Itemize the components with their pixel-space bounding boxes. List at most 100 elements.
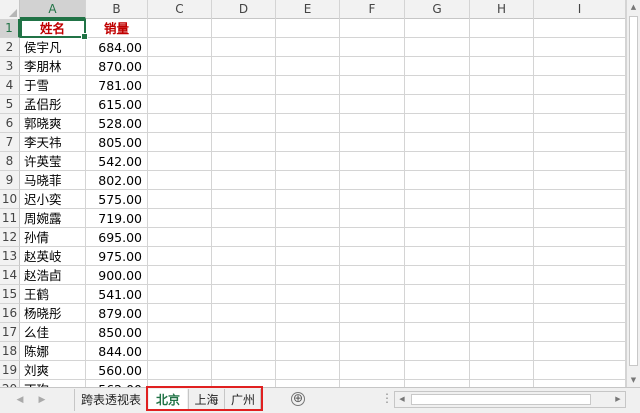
column-header-c[interactable]: C	[148, 0, 212, 19]
sales-cell[interactable]: 575.00	[86, 190, 148, 209]
row-header-17[interactable]: 17	[0, 323, 20, 342]
name-cell[interactable]: 杨晓彤	[20, 304, 86, 323]
name-cell[interactable]: 侯宇凡	[20, 38, 86, 57]
column-header-d[interactable]: D	[212, 0, 276, 19]
sales-cell[interactable]: 879.00	[86, 304, 148, 323]
vertical-scroll-thumb[interactable]	[629, 16, 638, 366]
sales-cell[interactable]: 805.00	[86, 133, 148, 152]
name-cell[interactable]: 赵英岐	[20, 247, 86, 266]
row-header-6[interactable]: 6	[0, 114, 20, 133]
gridline	[148, 94, 626, 95]
name-cell[interactable]: 郭晓爽	[20, 114, 86, 133]
sales-cell[interactable]: 528.00	[86, 114, 148, 133]
name-cell[interactable]: 陈娜	[20, 342, 86, 361]
scroll-down-icon[interactable]: ▼	[627, 373, 640, 387]
name-cell[interactable]: 许英莹	[20, 152, 86, 171]
gridline	[148, 322, 626, 323]
spreadsheet-grid[interactable]: ABCDEFGHI 123456789101112131415161718192…	[0, 0, 640, 387]
row-header-3[interactable]: 3	[0, 57, 20, 76]
column-header-h[interactable]: H	[470, 0, 534, 19]
gridline	[148, 56, 626, 57]
sales-cell[interactable]: 560.00	[86, 361, 148, 380]
tab-pivot[interactable]: 跨表透视表	[74, 389, 148, 411]
sales-cell[interactable]: 975.00	[86, 247, 148, 266]
sales-cell[interactable]: 562.00	[86, 380, 148, 387]
row-header-5[interactable]: 5	[0, 95, 20, 114]
row-header-13[interactable]: 13	[0, 247, 20, 266]
horizontal-scrollbar[interactable]: ◀ ▶	[394, 391, 626, 408]
active-cell-selection	[20, 19, 88, 40]
name-cell[interactable]: 周婉露	[20, 209, 86, 228]
gridline	[148, 170, 626, 171]
gridline	[148, 265, 626, 266]
gridline	[148, 208, 626, 209]
name-cell[interactable]: 王鹤	[20, 285, 86, 304]
more-icon[interactable]: ⋮	[381, 392, 393, 404]
gridline	[148, 113, 626, 114]
row-header-15[interactable]: 15	[0, 285, 20, 304]
name-cell[interactable]: 李天祎	[20, 133, 86, 152]
gridline	[148, 284, 626, 285]
sales-cell[interactable]: 542.00	[86, 152, 148, 171]
vertical-scrollbar[interactable]: ▲ ▼	[626, 0, 640, 387]
sales-cell[interactable]: 684.00	[86, 38, 148, 57]
name-cell[interactable]: 李朋林	[20, 57, 86, 76]
row-header-12[interactable]: 12	[0, 228, 20, 247]
name-cell[interactable]: 孙倩	[20, 228, 86, 247]
row-header-2[interactable]: 2	[0, 38, 20, 57]
prev-sheet-icon[interactable]: ◀	[14, 394, 26, 406]
row-header-10[interactable]: 10	[0, 190, 20, 209]
row-header-18[interactable]: 18	[0, 342, 20, 361]
column-header-e[interactable]: E	[276, 0, 340, 19]
name-cell[interactable]: 于雪	[20, 76, 86, 95]
scroll-up-icon[interactable]: ▲	[627, 0, 640, 14]
gridline	[148, 379, 626, 380]
row-header-4[interactable]: 4	[0, 76, 20, 95]
column-header-g[interactable]: G	[405, 0, 470, 19]
name-cell[interactable]: 丁珣	[20, 380, 86, 387]
row-header-7[interactable]: 7	[0, 133, 20, 152]
gridline	[148, 37, 626, 38]
gridline	[148, 75, 626, 76]
name-cell[interactable]: 刘爽	[20, 361, 86, 380]
gridline	[148, 132, 626, 133]
column-header-f[interactable]: F	[340, 0, 405, 19]
name-cell[interactable]: 么佳	[20, 323, 86, 342]
row-header-19[interactable]: 19	[0, 361, 20, 380]
row-header-9[interactable]: 9	[0, 171, 20, 190]
next-sheet-icon[interactable]: ▶	[36, 394, 48, 406]
name-cell[interactable]: 孟侣彤	[20, 95, 86, 114]
sales-cell[interactable]: 695.00	[86, 228, 148, 247]
sales-cell[interactable]: 850.00	[86, 323, 148, 342]
horizontal-scroll-thumb[interactable]	[411, 394, 591, 405]
scroll-left-icon[interactable]: ◀	[395, 392, 409, 407]
sales-cell[interactable]: 541.00	[86, 285, 148, 304]
row-header-14[interactable]: 14	[0, 266, 20, 285]
column-header-b[interactable]: B	[86, 0, 148, 19]
sales-cell[interactable]: 615.00	[86, 95, 148, 114]
sales-cell[interactable]: 781.00	[86, 76, 148, 95]
row-header-16[interactable]: 16	[0, 304, 20, 323]
add-sheet-icon[interactable]: ⊕	[291, 392, 305, 406]
gridline	[148, 303, 626, 304]
gridline	[148, 151, 626, 152]
row-header-11[interactable]: 11	[0, 209, 20, 228]
row-header-1[interactable]: 1	[0, 19, 20, 38]
name-cell[interactable]: 马晓菲	[20, 171, 86, 190]
column-header-i[interactable]: I	[534, 0, 626, 19]
sales-cell[interactable]: 802.00	[86, 171, 148, 190]
sales-cell[interactable]: 870.00	[86, 57, 148, 76]
sales-cell[interactable]: 900.00	[86, 266, 148, 285]
sales-cell[interactable]: 844.00	[86, 342, 148, 361]
scroll-right-icon[interactable]: ▶	[611, 392, 625, 407]
sales-cell[interactable]: 719.00	[86, 209, 148, 228]
column-header-a[interactable]: A	[20, 0, 86, 19]
row-header-20[interactable]: 20	[0, 380, 20, 387]
header-cell-sales[interactable]: 销量	[86, 19, 148, 38]
row-header-8[interactable]: 8	[0, 152, 20, 171]
name-cell[interactable]: 赵浩卣	[20, 266, 86, 285]
gridline	[148, 246, 626, 247]
name-cell[interactable]: 迟小奕	[20, 190, 86, 209]
select-all-corner[interactable]	[0, 0, 20, 19]
gridline	[148, 360, 626, 361]
